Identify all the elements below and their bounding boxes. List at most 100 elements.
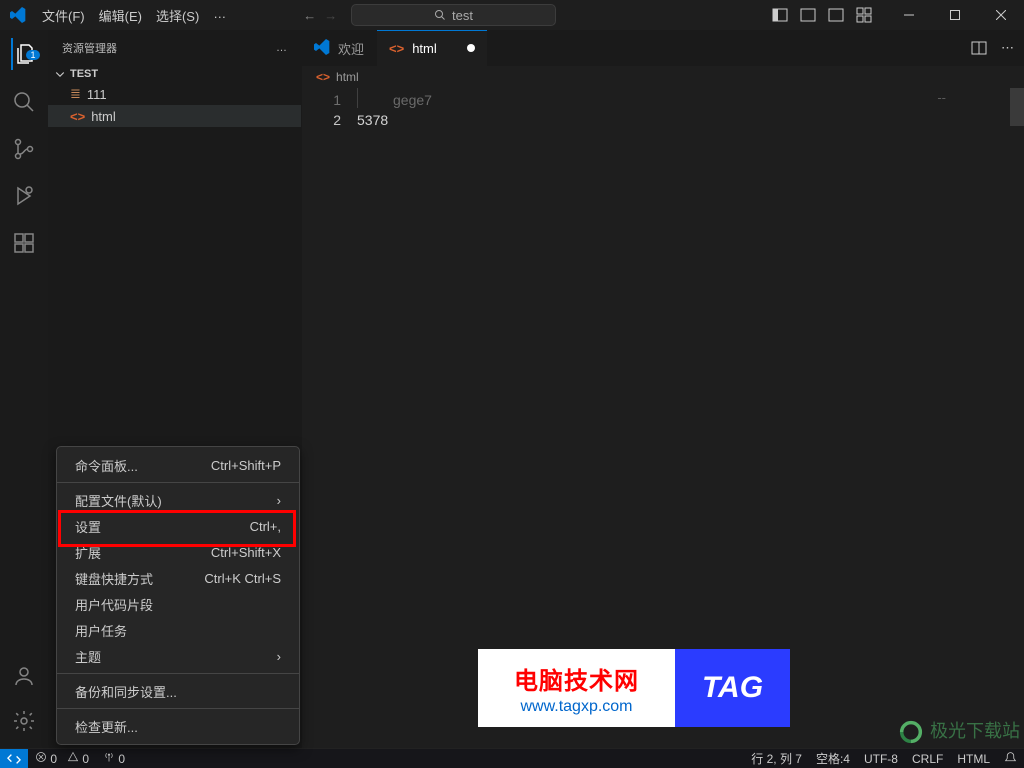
menu-select[interactable]: 选择(S)	[149, 1, 206, 30]
html-file-icon: <>	[389, 41, 404, 56]
lines-icon: ≣	[70, 86, 81, 102]
status-spaces[interactable]: 空格:4	[809, 750, 857, 767]
status-encoding[interactable]: UTF-8	[857, 752, 905, 766]
error-icon	[35, 751, 47, 763]
menu-more[interactable]: …	[206, 1, 233, 30]
dirty-indicator-icon	[467, 44, 475, 52]
nav-forward-icon[interactable]: →	[324, 8, 337, 23]
gear-icon	[12, 709, 36, 733]
line-number: 1	[302, 90, 341, 110]
nav-arrows: ← →	[293, 8, 337, 23]
menu-file[interactable]: 文件(F)	[35, 1, 92, 30]
status-notifications[interactable]	[997, 751, 1024, 767]
activity-bar	[0, 30, 48, 748]
vscode-icon	[314, 39, 330, 58]
split-editor-icon[interactable]	[971, 40, 987, 56]
menu-separator	[57, 482, 299, 483]
tab-label: html	[412, 41, 437, 56]
search-icon	[12, 90, 36, 114]
activity-settings[interactable]	[12, 709, 36, 736]
menu-tasks[interactable]: 用户任务	[57, 617, 299, 643]
settings-context-menu: 命令面板...Ctrl+Shift+P 配置文件(默认)› 设置Ctrl+, 扩…	[56, 446, 300, 745]
line-number: 2	[302, 110, 341, 130]
html-file-icon: <>	[70, 109, 85, 124]
sidebar-more-icon[interactable]: …	[276, 42, 287, 54]
bell-icon	[1004, 751, 1017, 764]
folder-section[interactable]: TEST	[48, 65, 301, 83]
tab-bar: 欢迎 <> html ⋯	[302, 30, 1024, 66]
menu-separator	[57, 708, 299, 709]
menu-settings[interactable]: 设置Ctrl+,	[57, 513, 299, 539]
toggle-secondary-icon[interactable]	[828, 7, 844, 23]
menu-profile[interactable]: 配置文件(默认)›	[57, 487, 299, 513]
menu-sync[interactable]: 备份和同步设置...	[57, 678, 299, 704]
status-linecol[interactable]: 行 2, 列 7	[744, 750, 809, 767]
maximize-icon[interactable]	[932, 0, 978, 30]
menu-edit[interactable]: 编辑(E)	[92, 1, 149, 30]
breadcrumb-file: html	[336, 70, 359, 84]
window-controls	[886, 0, 1024, 30]
toggle-panel-icon[interactable]	[800, 7, 816, 23]
menu-extensions[interactable]: 扩展Ctrl+Shift+X	[57, 539, 299, 565]
vscode-logo-icon	[0, 7, 35, 23]
status-language[interactable]: HTML	[950, 752, 997, 766]
chevron-right-icon: ›	[277, 649, 281, 664]
extensions-icon	[12, 231, 36, 255]
tab-html[interactable]: <> html	[377, 30, 488, 66]
activity-scm[interactable]	[12, 137, 36, 164]
toggle-sidebar-icon[interactable]	[772, 7, 788, 23]
radio-tower-icon	[103, 751, 115, 763]
folder-name: TEST	[70, 68, 98, 80]
file-item-111[interactable]: ≣ 111	[48, 83, 301, 105]
remote-indicator[interactable]	[0, 749, 28, 768]
search-text: test	[452, 8, 473, 23]
activity-extensions[interactable]	[12, 231, 36, 258]
activity-account[interactable]	[12, 664, 36, 691]
chevron-down-icon	[54, 68, 66, 80]
explorer-badge: 1	[26, 50, 40, 60]
menu-keyboard-shortcuts[interactable]: 键盘快捷方式Ctrl+K Ctrl+S	[57, 565, 299, 591]
file-item-html[interactable]: <> html	[48, 105, 301, 127]
menu-theme[interactable]: 主题›	[57, 643, 299, 669]
search-icon	[434, 9, 446, 21]
menu-command-palette[interactable]: 命令面板...Ctrl+Shift+P	[57, 452, 299, 478]
menu-bar: 文件(F) 编辑(E) 选择(S) …	[35, 1, 233, 30]
html-file-icon: <>	[316, 70, 330, 84]
chevron-right-icon: ›	[277, 493, 281, 508]
watermark-tagxp: 电脑技术网 www.tagxp.com TAG	[478, 649, 790, 727]
debug-icon	[12, 184, 36, 208]
status-bar: 0 0 0 行 2, 列 7 空格:4 UTF-8 CRLF HTML	[0, 748, 1024, 768]
menu-snippets[interactable]: 用户代码片段	[57, 591, 299, 617]
source-control-icon	[12, 137, 36, 161]
status-eol[interactable]: CRLF	[905, 752, 950, 766]
line-gutter: 1 2	[302, 88, 357, 748]
watermark-download: 极光下载站	[897, 717, 1020, 746]
file-label: 111	[87, 87, 107, 102]
menu-check-updates[interactable]: 检查更新...	[57, 713, 299, 739]
activity-debug[interactable]	[12, 184, 36, 211]
account-icon	[12, 664, 36, 688]
file-label: html	[91, 109, 116, 124]
editor-group: 欢迎 <> html ⋯ <> html 1 2 geg	[302, 30, 1024, 748]
warning-icon	[67, 751, 79, 763]
sidebar-header: 资源管理器 …	[48, 30, 301, 65]
close-icon[interactable]	[978, 0, 1024, 30]
breadcrumb[interactable]: <> html	[302, 66, 1024, 88]
remote-icon	[7, 752, 21, 766]
status-problems[interactable]: 0 0	[28, 751, 96, 766]
sidebar-title: 资源管理器	[62, 40, 117, 56]
nav-back-icon[interactable]: ←	[303, 8, 316, 23]
tab-label: 欢迎	[338, 39, 364, 58]
search-box[interactable]: test	[351, 4, 555, 26]
minimap-hint: --	[937, 90, 946, 105]
customize-layout-icon[interactable]	[856, 7, 872, 23]
scrollbar-thumb[interactable]	[1010, 88, 1024, 126]
minimize-icon[interactable]	[886, 0, 932, 30]
activity-search[interactable]	[12, 90, 36, 117]
menu-separator	[57, 673, 299, 674]
editor-more-icon[interactable]: ⋯	[1001, 40, 1014, 56]
status-ports[interactable]: 0	[96, 751, 132, 766]
tab-welcome[interactable]: 欢迎	[302, 30, 377, 66]
code-line-1: gege7	[393, 92, 432, 108]
code-line-2: 5378	[357, 110, 1024, 130]
